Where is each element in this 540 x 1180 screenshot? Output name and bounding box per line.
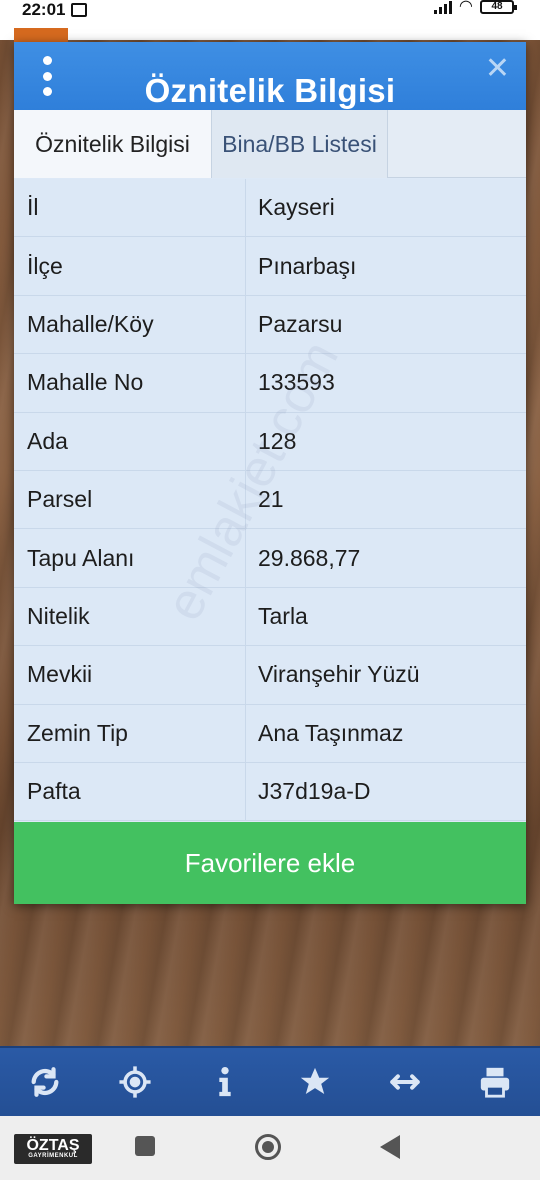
attribute-value: 21: [258, 486, 284, 513]
refresh-icon[interactable]: [15, 1052, 75, 1112]
brand-logo: ÖZTAŞ GAYRİMENKUL: [14, 1134, 92, 1164]
tab-bar: Öznitelik Bilgisi Bina/BB Listesi: [14, 110, 526, 178]
attribute-value: Pınarbaşı: [258, 252, 357, 279]
attribute-key: Nitelik: [14, 587, 246, 646]
attribute-key: Ada: [14, 412, 246, 470]
attribute-dialog: Öznitelik Bilgisi ✕ Öznitelik Bilgisi Bi…: [14, 42, 526, 904]
table-row: Tapu Alanı 29.868,77: [14, 529, 526, 588]
status-time: 22:01: [22, 0, 66, 19]
tab-building-list[interactable]: Bina/BB Listesi: [212, 110, 388, 178]
home-icon[interactable]: [255, 1134, 281, 1160]
attribute-table: İl Kayseri İlçe Pınarbaşı Mahalle/Köy Pa…: [14, 179, 526, 822]
info-icon[interactable]: [195, 1052, 255, 1112]
map-toolbar: [0, 1046, 540, 1116]
locate-icon[interactable]: [105, 1052, 165, 1112]
attribute-key: İl: [14, 179, 246, 237]
attribute-value: Ana Taşınmaz: [258, 719, 404, 746]
attribute-key: Mevkii: [14, 646, 246, 704]
table-row: Mahalle/Köy Pazarsu: [14, 295, 526, 355]
wifi-icon: ◠: [459, 0, 472, 15]
back-icon[interactable]: [380, 1135, 400, 1159]
close-icon[interactable]: ✕: [485, 54, 510, 84]
system-nav-bar: ÖZTAŞ GAYRİMENKUL: [0, 1116, 540, 1180]
nfc-icon: [71, 3, 88, 17]
tab-bar-filler: [388, 110, 526, 177]
battery-level: 48: [491, 1, 503, 12]
table-row: Nitelik Tarla: [14, 587, 526, 647]
attribute-value: Tarla: [258, 602, 308, 629]
attribute-value: Kayseri: [258, 194, 335, 221]
attribute-value: Viranşehir Yüzü: [258, 661, 420, 688]
attribute-key: Zemin Tip: [14, 704, 246, 762]
dialog-title: Öznitelik Bilgisi: [144, 72, 396, 109]
status-bar: 22:01 ◠ 48: [0, 0, 540, 40]
attribute-value: Pazarsu: [258, 310, 343, 337]
table-row: Mahalle No 133593: [14, 354, 526, 413]
brand-tagline: GAYRİMENKUL: [28, 1152, 78, 1159]
table-row: Zemin Tip Ana Taşınmaz: [14, 704, 526, 763]
table-row: Mevkii Viranşehir Yüzü: [14, 646, 526, 705]
table-row: Ada 128: [14, 412, 526, 471]
attribute-value: 133593: [258, 369, 335, 396]
dialog-header: Öznitelik Bilgisi ✕: [14, 42, 526, 110]
swap-arrows-icon[interactable]: [375, 1052, 435, 1112]
app-bar-accent: [14, 28, 68, 42]
brand-name: ÖZTAŞ: [26, 1136, 80, 1154]
table-row: İlçe Pınarbaşı: [14, 237, 526, 296]
attribute-value: 29.868,77: [258, 544, 361, 571]
signal-icon: [433, 0, 452, 14]
attribute-key: Mahalle No: [14, 354, 246, 412]
table-row: İl Kayseri: [14, 179, 526, 238]
attribute-key: İlçe: [14, 237, 246, 295]
add-favorite-button[interactable]: Favorilere ekle: [14, 822, 526, 904]
attribute-value: J37d19a-D: [258, 778, 371, 805]
attribute-key: Mahalle/Köy: [14, 295, 246, 354]
attribute-key: Pafta: [14, 762, 246, 821]
attribute-value: 128: [258, 427, 297, 454]
table-row: Pafta J37d19a-D: [14, 762, 526, 822]
star-icon[interactable]: [285, 1052, 345, 1112]
battery-icon: 48: [480, 0, 517, 14]
print-icon[interactable]: [465, 1052, 525, 1112]
attribute-key: Tapu Alanı: [14, 529, 246, 587]
attribute-key: Parsel: [14, 470, 246, 529]
recent-apps-icon[interactable]: [135, 1136, 155, 1156]
table-row: Parsel 21: [14, 470, 526, 530]
tab-attribute-info[interactable]: Öznitelik Bilgisi: [14, 110, 212, 178]
